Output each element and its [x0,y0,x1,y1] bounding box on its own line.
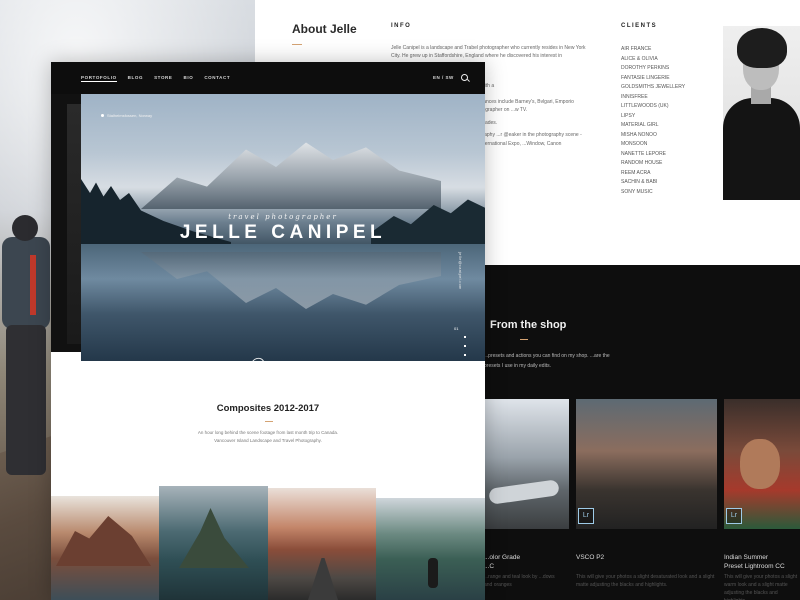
hero-title: JELLE CANIPEL [179,222,387,243]
client-item[interactable]: INNISFREE [621,93,685,103]
shop-title: From the shop [490,319,567,331]
nav-blog[interactable]: BLOG [128,75,143,82]
client-item[interactable]: RANDOM HOUSE [621,159,685,169]
product-name-line: ...C [484,563,495,570]
product-name-line: Indian Summer [724,554,769,561]
search-icon[interactable] [461,74,468,81]
slide-dot[interactable] [464,336,466,338]
client-item[interactable]: LITTLEWOODS (UK) [621,102,685,112]
client-item[interactable]: SACHIN & BABI [621,178,685,188]
location-pin-icon [101,114,104,118]
composite-thumb-road[interactable] [268,488,376,600]
shop-underline [520,339,528,340]
client-item[interactable]: FANTASIE LINGERIE [621,74,685,84]
shop-section: From the shop ...presets and actions you… [484,265,800,600]
product-name-line: ...olor Grade [484,554,521,561]
top-nav-bar: PORTOFOLIO BLOG STORE BIO CONTACT EN / S… [51,62,485,94]
side-photo-sliver [67,104,81,344]
slide-dot[interactable] [464,354,466,356]
sea-stack-shape [179,508,249,568]
client-item[interactable]: LIPSY [621,112,685,122]
nav-portfolio[interactable]: PORTOFOLIO [81,75,117,82]
nav-store[interactable]: STORE [154,75,172,82]
side-dark-strip [51,94,81,352]
slide-dot[interactable] [464,345,466,347]
location-text: Stalheimsfossen, Norway [107,113,153,118]
about-title: About Jelle [292,22,357,36]
composite-thumb-sea-stack[interactable] [159,486,268,600]
client-item[interactable]: MISHA NONOO [621,131,685,141]
client-item[interactable]: DOROTHY PERKINS [621,64,685,74]
mountain-range [141,142,441,209]
slide-number: 01 [454,326,459,331]
client-item[interactable]: AIR FRANCE [621,45,685,55]
portrait-hair [737,28,787,68]
composites-title: Composites 2012-2017 [216,403,320,414]
info-heading: INFO [391,23,412,29]
lightroom-badge: Lr [726,508,742,524]
hiker-figure [0,215,55,575]
composite-thumb-fjord[interactable] [376,498,485,600]
hiker-head [12,215,38,241]
client-item[interactable]: ALICE & OLIVIA [621,55,685,65]
location-label: Stalheimsfossen, Norway [101,113,152,118]
product-card-indian-summer[interactable]: Lr [724,399,800,529]
about-underline [292,44,302,45]
mountain-shape [56,516,151,566]
clients-list: AIR FRANCE ALICE & OLIVIA DOROTHY PERKIN… [621,45,685,197]
product-description: This will give your photos a slight desa… [576,574,715,588]
backpack [2,237,50,329]
hiker-legs [6,325,46,475]
client-item[interactable]: MONSOON [621,140,685,150]
composite-thumb-mountain[interactable] [51,496,159,600]
nav-contact[interactable]: CONTACT [204,75,230,82]
shop-description: ...presets and actions you can find on m… [484,353,610,369]
hero-subtitle: travel photographer [228,213,338,221]
road-shape [308,558,338,600]
plane-wreck [488,479,560,505]
client-item[interactable]: REEM ACRA [621,169,685,179]
product-card-vsco-p2[interactable]: Lr [576,399,717,529]
product-name[interactable]: Indian Summer Preset Lightroom CC [724,553,785,571]
clients-heading: CLIENTS [621,23,658,29]
product-name-line: VSCO P2 [576,554,605,561]
client-item[interactable]: MATERIAL GIRL [621,121,685,131]
product-name[interactable]: VSCO P2 [576,553,604,562]
composites-underline [265,421,273,422]
language-switch[interactable]: EN / SW [433,75,454,80]
main-nav: PORTOFOLIO BLOG STORE BIO CONTACT [81,75,230,82]
composites-description: An hour long behind the scene footage fr… [197,430,339,443]
person-silhouette [428,558,438,588]
portrait-shirt [723,98,800,200]
vertical-contact-text[interactable]: jelle@canipel.com [458,252,462,290]
landing-page-mockup: PORTOFOLIO BLOG STORE BIO CONTACT EN / S… [51,62,485,600]
lightroom-badge: Lr [578,508,594,524]
backpack-strap [30,255,36,315]
product-name-line: Preset Lightroom CC [724,563,785,570]
hero-banner: Stalheimsfossen, Norway travel photograp… [81,94,485,361]
client-item[interactable]: SONY MUSIC [621,188,685,198]
portrait-face [740,439,780,489]
product-card-color-grade[interactable] [484,399,569,529]
product-description: ...range and teal look by ...dows and or… [484,574,555,588]
signature-logo [252,357,264,361]
client-item[interactable]: NANETTE LEPORE [621,150,685,160]
nav-bio[interactable]: BIO [184,75,194,82]
client-item[interactable]: GOLDSMITHS JEWELLERY [621,83,685,93]
product-description: This will give your photos a slight warm… [724,574,798,600]
product-name[interactable]: ...olor Grade ...C [484,553,520,571]
portrait-photo [723,26,800,200]
